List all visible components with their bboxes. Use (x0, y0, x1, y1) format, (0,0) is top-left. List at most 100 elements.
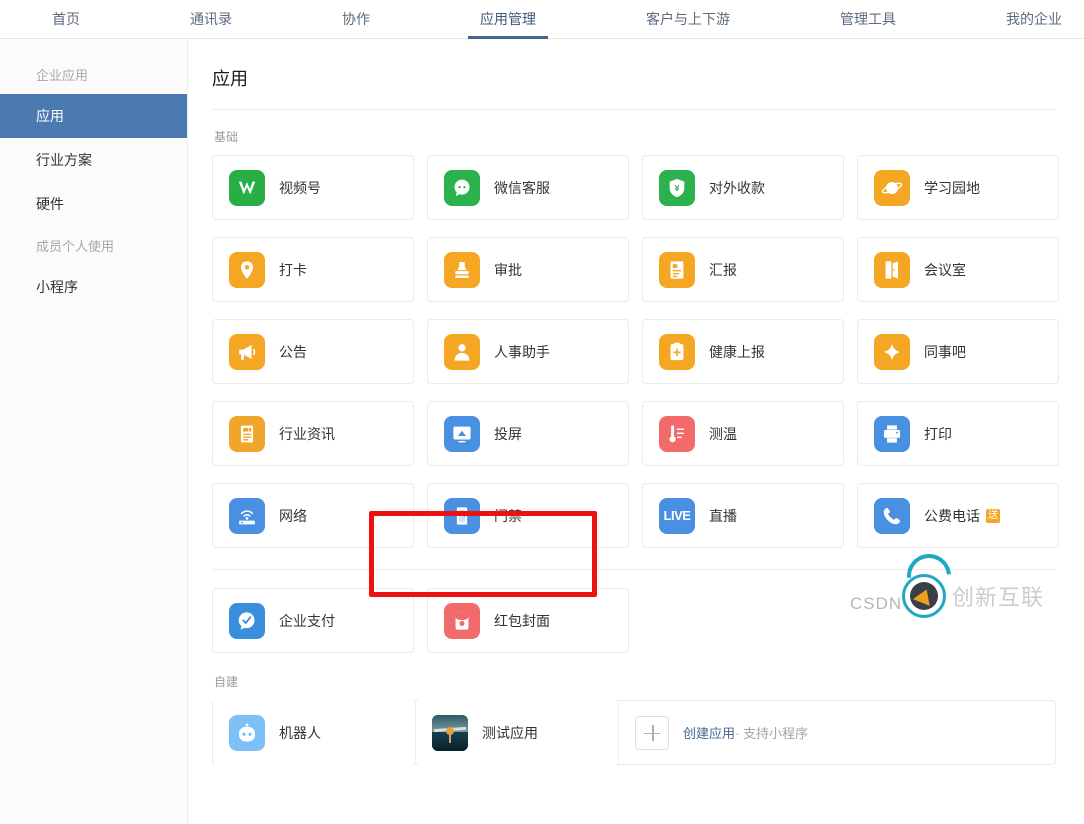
section-label-selfbuilt: 自建 (214, 675, 239, 689)
hr-assistant-person-icon (444, 333, 480, 370)
meeting-room-door-icon (874, 251, 910, 288)
app-card[interactable]: 人事助手 (427, 319, 629, 384)
app-name-label: 机器人 (279, 724, 321, 741)
app-card[interactable]: 审批 (427, 237, 629, 302)
nav-item-label: 应用管理 (480, 11, 536, 27)
page-shell: 企业应用 应用 行业方案 硬件 成员个人使用 小程序 应用 基础 视频号 微信客服… (0, 39, 1084, 824)
app-name-label: 对外收款 (709, 179, 765, 196)
app-card[interactable]: 行业资讯 (212, 401, 414, 466)
gift-badge: 送 (986, 508, 1000, 523)
app-name-label: 同事吧 (924, 343, 966, 360)
app-card[interactable]: 公费电话送 (857, 483, 1059, 548)
app-name-label: 健康上报 (709, 343, 765, 360)
app-name-label: 测试应用 (482, 724, 538, 741)
colleague-forum-icon (874, 333, 910, 370)
nav-item-contacts[interactable]: 通讯录 (178, 0, 244, 38)
app-card[interactable]: 打卡 (212, 237, 414, 302)
sidebar: 企业应用 应用 行业方案 硬件 成员个人使用 小程序 (0, 39, 188, 824)
app-name-label: 人事助手 (494, 343, 550, 360)
app-card[interactable]: 投屏 (427, 401, 629, 466)
enterprise-pay-check-icon (229, 602, 265, 639)
nav-item-collaboration[interactable]: 协作 (330, 0, 382, 38)
nav-item-customers[interactable]: 客户与上下游 (634, 0, 742, 38)
app-name-label: 汇报 (709, 261, 737, 278)
app-card[interactable]: 测温 (642, 401, 844, 466)
health-report-clipboard-icon (659, 333, 695, 370)
nav-item-admin-tools[interactable]: 管理工具 (828, 0, 908, 38)
wechat-service-icon (444, 169, 480, 206)
app-card[interactable]: 健康上报 (642, 319, 844, 384)
app-card[interactable]: 网络 (212, 483, 414, 548)
page-title: 应用 (212, 69, 248, 89)
app-name-label: 投屏 (494, 425, 522, 442)
app-name-label: 网络 (279, 507, 307, 524)
photo-thumbnail-icon (432, 714, 468, 751)
app-name-label: 公费电话送 (924, 507, 1000, 524)
app-name-label: 公告 (279, 343, 307, 360)
selfbuilt-apps-row: 机器人 测试应用 创建应用· 支持小程序 (212, 700, 1056, 765)
nav-item-label: 我的企业 (1006, 11, 1062, 27)
sidebar-item-mini-programs[interactable]: 小程序 (0, 265, 187, 309)
screencast-icon (444, 415, 480, 452)
nav-item-app-management[interactable]: 应用管理 (468, 0, 548, 39)
app-card[interactable]: ¥ 对外收款 (642, 155, 844, 220)
app-name-label: 行业资讯 (279, 425, 335, 442)
app-name-label: 审批 (494, 261, 522, 278)
app-card[interactable]: 打印 (857, 401, 1059, 466)
create-app-sub-label: · 支持小程序 (735, 726, 808, 741)
network-wifi-icon (229, 497, 265, 534)
app-card[interactable]: 同事吧 (857, 319, 1059, 384)
app-card[interactable]: 汇报 (642, 237, 844, 302)
app-name-label: 门禁 (494, 507, 522, 524)
app-card[interactable]: 微信客服 (427, 155, 629, 220)
app-card-test-application[interactable]: 测试应用 (416, 700, 618, 765)
brand-watermark-text: 创新互联 (952, 585, 1045, 610)
app-card[interactable]: 公告 (212, 319, 414, 384)
industry-news-icon (229, 415, 265, 452)
report-doc-icon (659, 251, 695, 288)
nav-item-my-enterprise[interactable]: 我的企业 (994, 0, 1074, 38)
app-card-robot[interactable]: 机器人 (213, 700, 415, 765)
temperature-thermometer-icon (659, 415, 695, 452)
app-card[interactable]: 会议室 (857, 237, 1059, 302)
nav-item-label: 协作 (342, 11, 370, 27)
section-label-basic: 基础 (214, 130, 239, 144)
nav-item-label: 首页 (52, 11, 80, 27)
app-card[interactable]: 门禁 (427, 483, 629, 548)
access-control-door-icon (444, 497, 480, 534)
create-app-main-label: 创建应用 (683, 726, 736, 741)
app-card[interactable]: 红包封面 (427, 588, 629, 653)
nav-item-home[interactable]: 首页 (40, 0, 92, 38)
app-name-label: 会议室 (924, 261, 966, 278)
sidebar-item-industry-solutions[interactable]: 行业方案 (0, 138, 187, 182)
brand-logo-icon (902, 574, 946, 618)
announcement-megaphone-icon (229, 333, 265, 370)
phone-call-icon (874, 497, 910, 534)
external-payment-icon: ¥ (659, 169, 695, 206)
printer-icon (874, 415, 910, 452)
app-card[interactable]: 企业支付 (212, 588, 414, 653)
brand-watermark: 创新互联 (902, 574, 1044, 618)
sidebar-group-member-personal: 成员个人使用 (36, 239, 115, 254)
nav-item-label: 客户与上下游 (646, 11, 730, 27)
app-name-label: 测温 (709, 425, 737, 442)
selfbuilt-apps-container: 机器人 测试应用 创建应用· 支持小程序 (212, 700, 1056, 765)
approval-stamp-icon (444, 251, 480, 288)
sidebar-item-hardware[interactable]: 硬件 (0, 182, 187, 226)
nav-item-label: 通讯录 (190, 11, 232, 27)
app-card[interactable]: LIVE 直播 (642, 483, 844, 548)
robot-icon (229, 714, 265, 751)
content-area: 应用 基础 视频号 微信客服 ¥ 对外收款 学习园地打卡 审批 汇报 会议室公告 人事助手 健康上… (188, 39, 1084, 824)
sidebar-item-apps[interactable]: 应用 (0, 94, 187, 138)
nav-item-label: 管理工具 (840, 11, 896, 27)
app-name-label: 视频号 (279, 179, 321, 196)
app-name-label: 打卡 (279, 261, 307, 278)
app-card[interactable]: 视频号 (212, 155, 414, 220)
basic-apps-grid: 视频号 微信客服 ¥ 对外收款 学习园地打卡 审批 汇报 会议室公告 人事助手 健康上报 同事吧行业… (212, 155, 1059, 548)
channels-icon (229, 169, 265, 206)
app-card[interactable]: 学习园地 (857, 155, 1059, 220)
title-divider (212, 109, 1056, 110)
learning-icon (874, 169, 910, 206)
create-app-button[interactable]: 创建应用· 支持小程序 (619, 700, 821, 765)
app-name-label: 直播 (709, 507, 737, 524)
